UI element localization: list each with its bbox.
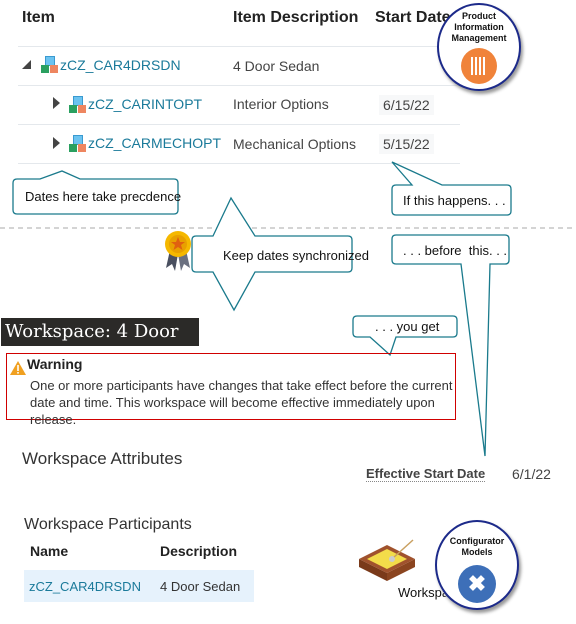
award-medal-icon bbox=[165, 231, 191, 271]
participant-description: 4 Door Sedan bbox=[160, 579, 241, 594]
sandbox-icon bbox=[359, 539, 415, 581]
participant-row[interactable]: zCZ_CAR4DRSDN 4 Door Sedan bbox=[24, 570, 254, 602]
effective-start-value: 6/1/22 bbox=[512, 466, 551, 482]
warning-title: Warning bbox=[27, 356, 83, 372]
column-header-description[interactable]: Description bbox=[160, 543, 237, 559]
workspace-title: Workspace: 4 Door Sedan bbox=[1, 318, 199, 370]
configurator-label: Models bbox=[461, 547, 493, 557]
callout-you-get: . . . you get bbox=[375, 319, 440, 334]
attributes-heading: Workspace Attributes bbox=[22, 449, 183, 468]
column-header-name[interactable]: Name bbox=[30, 543, 68, 559]
participants-heading: Workspace Participants bbox=[24, 516, 192, 533]
warning-text: One or more participants have changes th… bbox=[30, 378, 453, 427]
warning-icon bbox=[10, 361, 26, 375]
configurator-badge: Configurator Models ✖ bbox=[435, 520, 519, 610]
callout-precedence: Dates here take precdence bbox=[25, 189, 182, 204]
callout-sync: Keep dates synchronized bbox=[223, 248, 369, 263]
effective-start-label: Effective Start Date bbox=[366, 466, 486, 482]
participant-name[interactable]: zCZ_CAR4DRSDN bbox=[29, 579, 141, 594]
callout-if-happens: If this happens. . . bbox=[403, 193, 506, 208]
callout-before: . . . before this. . . bbox=[403, 243, 508, 258]
configurator-label: Configurator bbox=[449, 536, 505, 546]
warning-box: Warning One or more participants have ch… bbox=[6, 353, 456, 427]
tools-icon: ✖ bbox=[458, 565, 496, 603]
